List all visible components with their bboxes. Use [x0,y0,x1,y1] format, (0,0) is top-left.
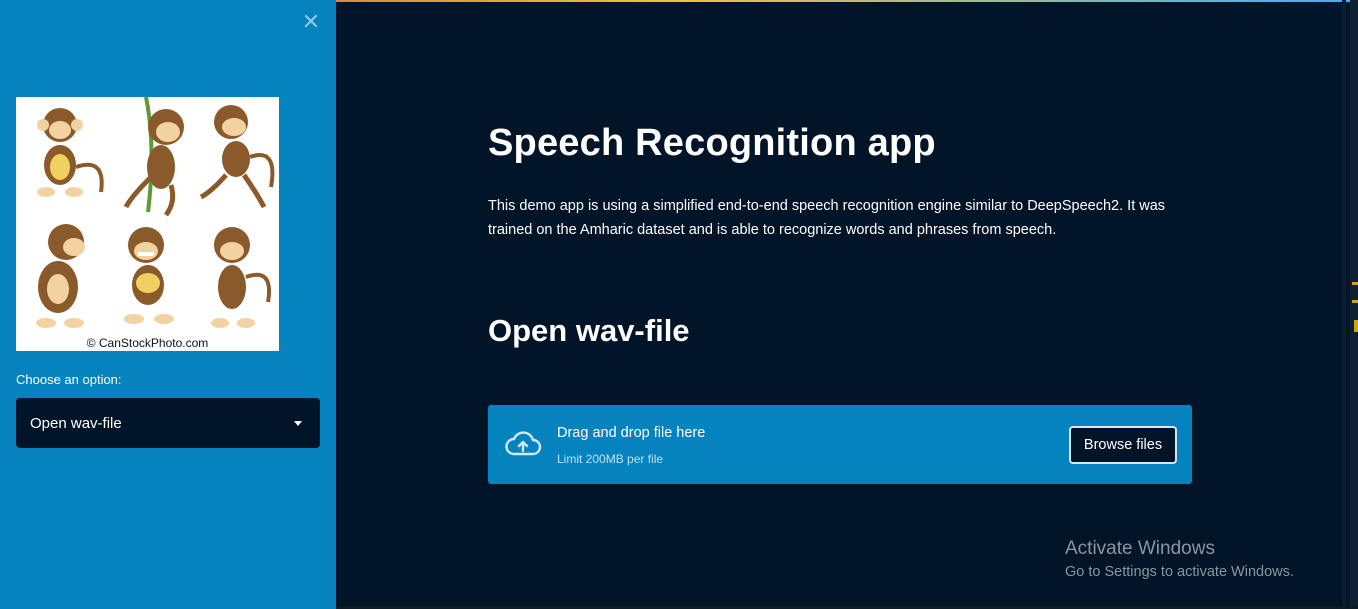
sidebar: ✕ © CanStockPhoto.com Choose an option: … [0,0,336,609]
monkey-figure [124,227,174,324]
image-credit: © CanStockPhoto.com [86,336,209,350]
edge-marker [1352,282,1358,285]
option-select[interactable]: Open wav-file [16,398,320,448]
activate-windows-watermark: Activate Windows Go to Settings to activ… [1065,538,1294,580]
window-edge [1350,0,1358,609]
section-title: Open wav-file [488,313,690,348]
chevron-down-icon [294,420,302,426]
page-title: Speech Recognition app [488,122,936,164]
close-icon[interactable]: ✕ [298,10,324,36]
monkeys-image [36,97,275,328]
vertical-scrollbar[interactable] [1342,0,1346,609]
select-label: Choose an option: [16,372,122,387]
select-value: Open wav-file [30,414,122,432]
monkey-figure [36,224,85,328]
cloud-upload-icon [505,431,542,456]
page-description: This demo app is using a simplified end-… [488,198,1166,238]
watermark-subtitle: Go to Settings to activate Windows. [1065,564,1294,580]
monkey-figure [211,227,271,328]
file-limit-text: Limit 200MB per file [557,452,664,466]
edge-marker [1354,320,1358,332]
monkey-figure [199,105,275,209]
edge-marker [1352,300,1358,303]
watermark-title: Activate Windows [1065,538,1215,559]
drag-drop-text: Drag and drop file here [557,425,706,441]
monkey-figure [37,108,104,197]
monkey-figure [123,97,184,217]
browse-files-button[interactable]: Browse files [1069,426,1177,464]
file-uploader-dropzone[interactable]: Drag and drop file here Limit 200MB per … [488,405,1192,484]
monkeys-illustration: © CanStockPhoto.com [16,97,279,351]
